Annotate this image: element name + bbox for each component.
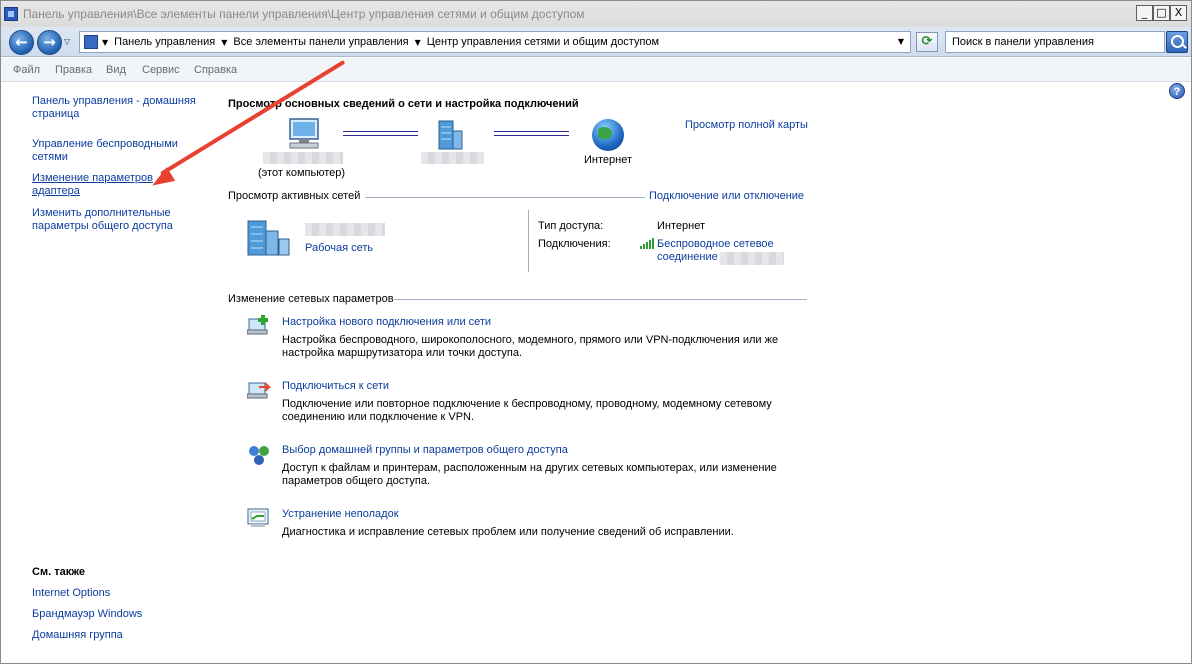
breadcrumb: ▼ Панель управления ▼ Все элементы панели у… [102, 36, 665, 48]
task-connect-network[interactable]: Подключиться к сети [282, 380, 389, 393]
content-area: ? Панель управления - домашняя страница … [1, 83, 1191, 663]
active-networks-heading: Просмотр активных сетей [228, 190, 361, 202]
maximize-button[interactable]: □ [1153, 5, 1170, 21]
see-also-heading: См. также [32, 566, 85, 578]
divider [365, 197, 645, 198]
control-panel-icon [84, 35, 98, 49]
network-name-redacted [421, 152, 484, 164]
search-placeholder: Поиск в панели управления [952, 36, 1094, 48]
breadcrumb-item[interactable]: Панель управления [114, 36, 215, 48]
access-type-label: Тип доступа: [538, 220, 604, 232]
help-icon[interactable]: ? [1169, 83, 1185, 99]
menu-help[interactable]: Справка [194, 64, 237, 76]
menu-view[interactable]: Вид [106, 64, 126, 76]
task-troubleshoot[interactable]: Устранение неполадок [282, 508, 399, 521]
full-map-link[interactable]: Просмотр полной карты [685, 119, 808, 132]
see-also-firewall[interactable]: Брандмауэр Windows [32, 608, 142, 621]
window: Панель управления\Все элементы панели уп… [0, 0, 1192, 664]
recent-pages-chevron-icon[interactable]: ▽ [64, 37, 70, 46]
computer-icon [289, 118, 319, 149]
divider [394, 299, 807, 300]
task-homegroup[interactable]: Выбор домашней группы и параметров общег… [282, 444, 568, 457]
task-new-connection-desc: Настройка беспроводного, широкополосного… [282, 334, 779, 359]
task-connect-network-desc: Подключение или повторное подключение к … [282, 398, 772, 423]
search-input[interactable]: Поиск в панели управления [945, 31, 1165, 53]
see-also-internet-options[interactable]: Internet Options [32, 587, 110, 600]
internet-label: Интернет [584, 154, 632, 166]
address-bar[interactable]: ▼ Панель управления ▼ Все элементы панели у… [79, 31, 911, 53]
connection-name-redacted [720, 252, 784, 265]
chevron-down-icon[interactable]: ▼ [898, 37, 904, 46]
see-also-homegroup[interactable]: Домашняя группа [32, 629, 123, 642]
change-settings-heading: Изменение сетевых параметров [228, 293, 394, 305]
menu-tools[interactable]: Сервис [142, 64, 180, 76]
chevron-right-icon[interactable]: ▼ [221, 38, 227, 47]
access-type-value: Интернет [657, 220, 705, 232]
homegroup-icon [249, 446, 269, 465]
troubleshoot-icon [247, 508, 269, 527]
computer-name-redacted [263, 152, 343, 164]
connect-to-network-icon [247, 382, 271, 399]
connect-disconnect-link[interactable]: Подключение или отключение [649, 190, 804, 203]
network-name-redacted [305, 223, 385, 236]
menu-edit[interactable]: Правка [55, 64, 92, 76]
sidebar-item-adapter[interactable]: Изменение параметров адаптера [32, 172, 167, 198]
connection-line [494, 131, 569, 136]
control-panel-icon [4, 7, 18, 21]
close-button[interactable]: X [1170, 5, 1187, 21]
wifi-signal-icon [640, 238, 654, 249]
network-icon [438, 120, 463, 150]
back-arrow-icon[interactable]: ← [9, 30, 34, 55]
search-icon[interactable] [1166, 31, 1188, 53]
minimize-button[interactable]: _ [1136, 5, 1153, 21]
breadcrumb-item[interactable]: Центр управления сетями и общим доступом [427, 36, 659, 48]
task-troubleshoot-desc: Диагностика и исправление сетевых пробле… [282, 526, 734, 538]
window-title: Панель управления\Все элементы панели уп… [23, 7, 585, 21]
connections-label: Подключения: [538, 238, 611, 250]
connection-line [343, 131, 418, 136]
work-network-icon [247, 220, 290, 256]
menu-file[interactable]: Файл [13, 64, 40, 76]
sidebar-item-home[interactable]: Панель управления - домашняя страница [32, 95, 207, 121]
globe-icon [592, 119, 624, 151]
sidebar-item-sharing[interactable]: Изменить дополнительные параметры общего… [32, 207, 207, 233]
breadcrumb-item[interactable]: Все элементы панели управления [233, 36, 408, 48]
this-computer-label: (этот компьютер) [258, 167, 346, 179]
menu-bar: Файл Правка Вид Сервис Справка [1, 58, 1191, 82]
network-type-link[interactable]: Рабочая сеть [305, 242, 373, 255]
new-connection-icon [247, 315, 268, 335]
refresh-icon[interactable]: ⟳ [916, 32, 938, 52]
chevron-right-icon[interactable]: ▼ [415, 38, 421, 47]
divider [528, 210, 529, 272]
chevron-right-icon[interactable]: ▼ [102, 38, 108, 47]
task-new-connection[interactable]: Настройка нового подключения или сети [282, 316, 491, 329]
title-bar: Панель управления\Все элементы панели уп… [1, 1, 1191, 27]
task-homegroup-desc: Доступ к файлам и принтерам, расположенн… [282, 462, 777, 487]
navigation-bar: ← → ▽ ▼ Панель управления ▼ Все элементы па… [1, 27, 1191, 57]
forward-arrow-icon[interactable]: → [37, 30, 62, 55]
